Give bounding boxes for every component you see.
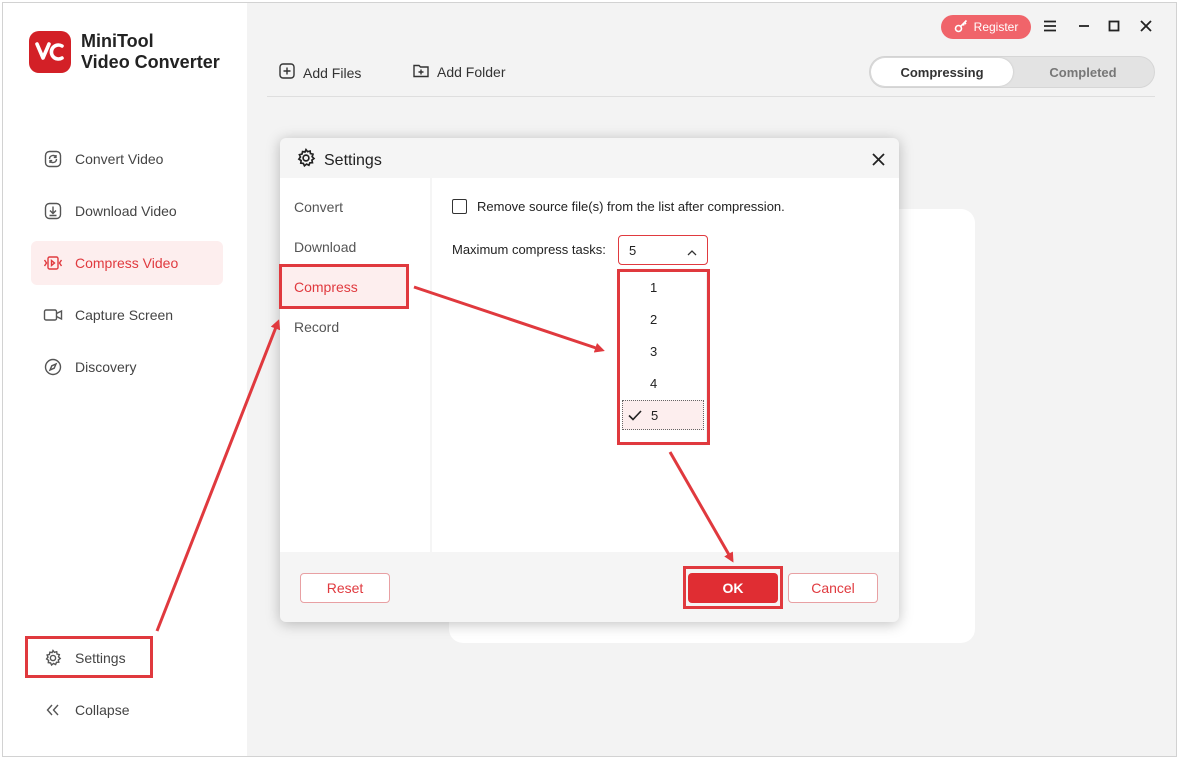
convert-icon (43, 149, 63, 169)
download-icon (43, 201, 63, 221)
sidebar-item-download-video[interactable]: Download Video (31, 189, 223, 233)
add-folder-icon (413, 63, 429, 81)
add-file-icon (279, 63, 295, 82)
toolbar-divider (267, 96, 1155, 97)
sidebar-item-label: Capture Screen (75, 307, 174, 323)
sidebar-item-collapse[interactable]: Collapse (31, 688, 223, 732)
status-tab-switch: Compressing Completed (869, 56, 1155, 88)
menu-icon[interactable] (1041, 17, 1059, 35)
sidebar-item-label: Convert Video (75, 151, 164, 167)
sidebar-item-discovery[interactable]: Discovery (31, 345, 223, 389)
max-tasks-value: 5 (629, 242, 637, 258)
highlight-compress-box (279, 264, 409, 309)
add-folder-label: Add Folder (437, 64, 506, 80)
register-label: Register (973, 20, 1019, 34)
settings-title-label: Settings (324, 151, 382, 169)
max-tasks-label: Maximum compress tasks: (452, 242, 606, 257)
tab-completed[interactable]: Completed (1012, 58, 1154, 86)
compass-icon (43, 357, 63, 377)
remove-source-label: Remove source file(s) from the list afte… (477, 199, 785, 214)
compress-icon (43, 253, 63, 273)
sidebar-item-compress-video[interactable]: Compress Video (31, 241, 223, 285)
gear-icon (296, 148, 316, 173)
settings-menu-download[interactable]: Download (280, 227, 408, 267)
remove-source-option: Remove source file(s) from the list afte… (452, 199, 785, 214)
sidebar-item-label: Compress Video (75, 255, 179, 271)
settings-menu: Convert Download Compress Record (280, 178, 430, 552)
settings-dialog: Settings Convert Download Compress Recor… (280, 138, 899, 622)
settings-dialog-title: Settings (296, 148, 382, 173)
highlight-dropdown-box (617, 269, 710, 445)
highlight-ok-box (683, 566, 783, 609)
remove-source-checkbox[interactable] (452, 199, 467, 214)
cancel-button[interactable]: Cancel (788, 573, 878, 603)
double-chevron-left-icon (43, 700, 63, 720)
sidebar-item-capture-screen[interactable]: Capture Screen (31, 293, 223, 337)
register-button[interactable]: Register (941, 15, 1031, 39)
sidebar-item-label: Download Video (75, 203, 177, 219)
app-name: MiniTool Video Converter (81, 31, 220, 73)
sidebar-collapse-label: Collapse (75, 702, 130, 718)
close-icon[interactable] (868, 149, 888, 169)
max-tasks-select[interactable]: 5 (618, 235, 708, 265)
chevron-up-icon (687, 245, 697, 260)
app-name-line2: Video Converter (81, 52, 220, 72)
camera-icon (43, 305, 63, 325)
tab-compressing[interactable]: Compressing (871, 58, 1013, 86)
settings-menu-record[interactable]: Record (280, 307, 408, 347)
maximize-icon[interactable] (1105, 17, 1123, 35)
minimize-icon[interactable] (1075, 17, 1093, 35)
add-folder-button[interactable]: Add Folder (413, 63, 505, 81)
app-logo-icon (29, 31, 71, 73)
close-window-icon[interactable] (1137, 17, 1155, 35)
app-name-line1: MiniTool (81, 31, 154, 51)
reset-button[interactable]: Reset (300, 573, 390, 603)
sidebar-item-label: Discovery (75, 359, 137, 375)
add-files-label: Add Files (303, 64, 362, 81)
add-files-button[interactable]: Add Files (279, 63, 361, 82)
sidebar-item-convert-video[interactable]: Convert Video (31, 137, 223, 181)
highlight-settings-box (25, 636, 153, 678)
settings-menu-convert[interactable]: Convert (280, 187, 408, 227)
key-icon (954, 19, 968, 36)
